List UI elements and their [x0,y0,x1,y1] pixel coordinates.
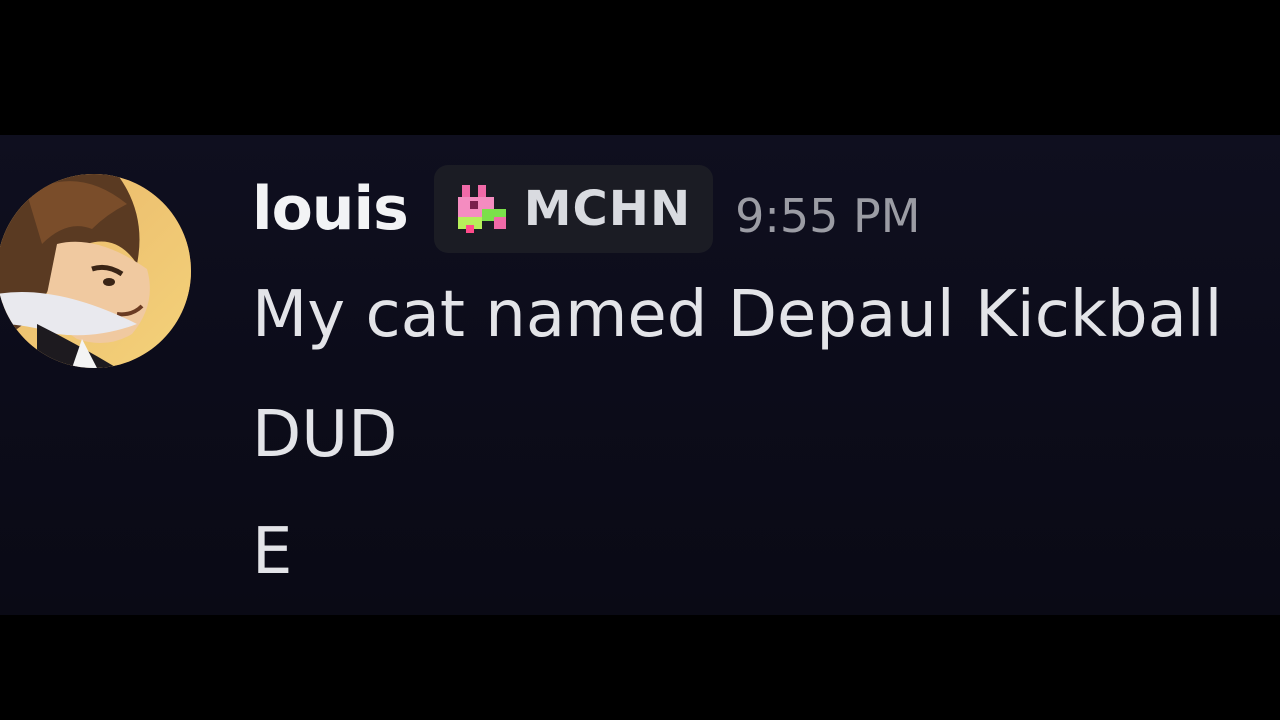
message-line: My cat named Depaul Kickball [252,278,1223,352]
chat-message: louis MCHN 9:55 PM My cat named Depaul K… [0,135,1280,615]
video-frame: louis MCHN 9:55 PM My cat named Depaul K… [0,0,1280,720]
username[interactable]: louis [252,179,409,239]
message-line: DUD [252,398,398,472]
pixel-dog-tag-icon [457,185,506,233]
timestamp[interactable]: 9:55 PM [735,193,920,239]
avatar-image [0,174,191,368]
avatar[interactable] [0,174,191,368]
message-header: louis MCHN 9:55 PM [252,164,920,254]
server-tag[interactable]: MCHN [433,165,714,253]
server-tag-label: MCHN [523,181,692,237]
message-line: E [252,515,293,589]
